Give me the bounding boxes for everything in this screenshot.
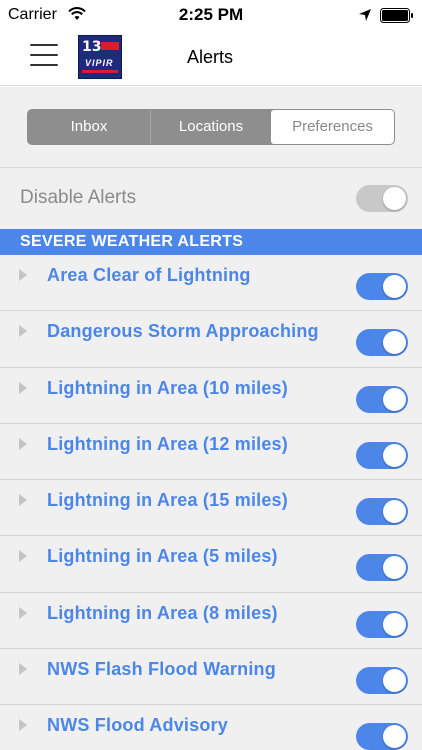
section-header: SEVERE WEATHER ALERTS: [0, 229, 422, 255]
alert-row[interactable]: Lightning in Area (15 miles): [0, 480, 422, 537]
toggle-knob: [383, 387, 406, 411]
alert-label: Lightning in Area (5 miles): [47, 546, 278, 567]
page-title: Alerts: [186, 47, 233, 67]
alert-toggle[interactable]: [356, 329, 408, 357]
disclosure-triangle-icon[interactable]: [19, 325, 27, 338]
alert-row[interactable]: Dangerous Storm Approaching: [0, 311, 422, 368]
disclosure-triangle-icon[interactable]: [19, 269, 27, 281]
alert-toggle[interactable]: [356, 498, 408, 526]
alert-row[interactable]: NWS Flood Advisory: [0, 705, 422, 750]
alert-list: Area Clear of Lightning Dangerous Storm …: [0, 255, 422, 750]
alert-label: NWS Flood Advisory: [47, 715, 228, 736]
alert-label: Area Clear of Lightning: [47, 265, 251, 285]
disclosure-triangle-icon[interactable]: [19, 437, 27, 450]
status-bar: Carrier 2:25 PM: [0, 0, 422, 30]
alert-label: Lightning in Area (10 miles): [47, 377, 288, 398]
hamburger-menu-icon[interactable]: [30, 44, 58, 68]
battery-icon: [380, 8, 413, 23]
disable-alerts-toggle[interactable]: [356, 185, 408, 212]
toggle-knob: [383, 275, 406, 298]
alert-label: Lightning in Area (12 miles): [47, 433, 288, 454]
disclosure-triangle-icon[interactable]: [19, 663, 27, 676]
alert-row[interactable]: Lightning in Area (10 miles): [0, 367, 422, 424]
tab-preferences[interactable]: Preferences: [271, 110, 394, 144]
station-logo: 13 VIPIR: [78, 35, 122, 79]
tab-inbox[interactable]: Inbox: [28, 110, 150, 144]
toggle-knob: [383, 443, 406, 467]
alert-toggle[interactable]: [356, 723, 408, 750]
alert-label: Dangerous Storm Approaching: [47, 321, 319, 342]
disclosure-triangle-icon[interactable]: [19, 550, 27, 563]
alert-row[interactable]: Area Clear of Lightning: [0, 255, 422, 312]
alert-toggle[interactable]: [356, 441, 408, 469]
segmented-control: Inbox Locations Preferences: [27, 109, 395, 145]
alert-label: NWS Flash Flood Warning: [47, 659, 276, 680]
nav-bar: 13 VIPIR Alerts: [0, 30, 422, 86]
disable-alerts-label: Disable Alerts: [20, 187, 137, 208]
disclosure-triangle-icon[interactable]: [19, 494, 27, 507]
alert-row[interactable]: Lightning in Area (5 miles): [0, 536, 422, 593]
disable-alerts-row: Disable Alerts: [0, 167, 422, 229]
content-area: Inbox Locations Preferences Disable Aler…: [0, 87, 422, 750]
tab-locations[interactable]: Locations: [150, 110, 271, 144]
alert-label: Lightning in Area (8 miles): [47, 602, 278, 623]
alert-row[interactable]: NWS Flash Flood Warning: [0, 649, 422, 706]
toggle-knob: [383, 725, 406, 749]
toggle-knob: [383, 556, 406, 580]
disclosure-triangle-icon[interactable]: [19, 606, 27, 619]
logo-text: VIPIR: [85, 58, 114, 68]
alert-toggle[interactable]: [356, 273, 408, 300]
logo-bar: [82, 70, 118, 73]
disclosure-triangle-icon[interactable]: [19, 381, 27, 394]
alert-row[interactable]: Lightning in Area (12 miles): [0, 423, 422, 481]
toggle-knob: [383, 331, 406, 355]
location-arrow-icon: [359, 9, 371, 21]
toggle-knob: [383, 669, 406, 693]
alert-toggle[interactable]: [356, 554, 408, 582]
toggle-knob: [383, 187, 406, 210]
alert-label: Lightning in Area (15 miles): [47, 490, 288, 511]
toggle-knob: [383, 612, 406, 636]
logo-number: 13: [82, 39, 102, 55]
alert-toggle[interactable]: [356, 667, 408, 695]
alert-toggle[interactable]: [356, 385, 408, 413]
toggle-knob: [383, 500, 406, 524]
disclosure-triangle-icon[interactable]: [19, 719, 27, 732]
alert-toggle[interactable]: [356, 610, 408, 638]
alert-row[interactable]: Lightning in Area (8 miles): [0, 592, 422, 650]
logo-stripe: [101, 42, 119, 50]
